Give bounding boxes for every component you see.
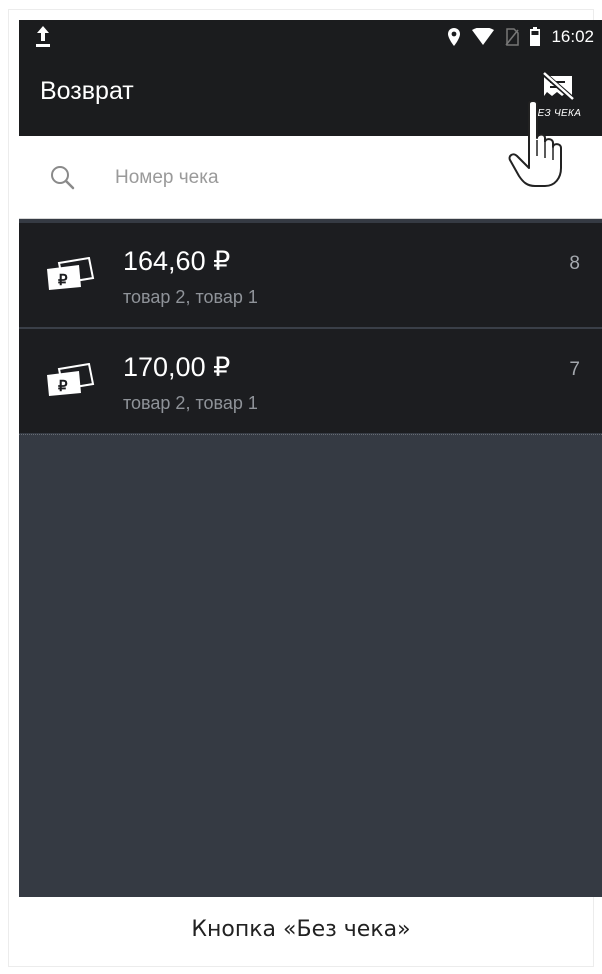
receipt-amount: 164,60 ₽ xyxy=(123,246,231,276)
receipt-item[interactable]: ₽ 170,00 ₽ товар 2, товар 1 7 xyxy=(19,327,602,433)
list-divider xyxy=(19,434,602,437)
receipt-number: 7 xyxy=(569,359,580,380)
phone-screen: 16:02 Возврат БЕЗ ЧЕКА ₽ xyxy=(19,20,602,897)
upload-icon xyxy=(36,26,50,47)
money-icon: ₽ xyxy=(47,257,95,290)
receipt-list: ₽ 164,60 ₽ товар 2, товар 1 8 ₽ 170,00 ₽… xyxy=(19,223,602,433)
search-input[interactable] xyxy=(115,162,495,194)
status-time: 16:02 xyxy=(551,27,594,46)
search-icon xyxy=(51,166,75,190)
location-icon xyxy=(448,28,461,46)
receipt-number: 8 xyxy=(569,253,580,274)
app-bar: Возврат БЕЗ ЧЕКА xyxy=(19,54,602,136)
no-receipt-label: БЕЗ ЧЕКА xyxy=(530,108,582,119)
no-receipt-icon xyxy=(541,72,575,102)
receipt-item[interactable]: ₽ 164,60 ₽ товар 2, товар 1 8 xyxy=(19,223,602,327)
search-bar xyxy=(19,136,602,219)
status-icons: 16:02 xyxy=(447,20,594,54)
svg-text:₽: ₽ xyxy=(58,272,68,289)
wifi-icon xyxy=(472,28,495,45)
receipt-items: товар 2, товар 1 xyxy=(123,393,258,413)
no-receipt-button[interactable]: БЕЗ ЧЕКА xyxy=(524,64,588,126)
svg-text:₽: ₽ xyxy=(58,378,68,395)
receipt-amount: 170,00 ₽ xyxy=(123,352,231,382)
page-title: Возврат xyxy=(40,77,134,105)
receipt-items: товар 2, товар 1 xyxy=(123,287,258,307)
no-sim-icon xyxy=(505,28,520,46)
figure-caption: Кнопка «Без чека» xyxy=(191,917,411,942)
battery-icon xyxy=(530,27,541,46)
status-bar: 16:02 xyxy=(19,20,602,54)
money-icon: ₽ xyxy=(47,363,95,396)
